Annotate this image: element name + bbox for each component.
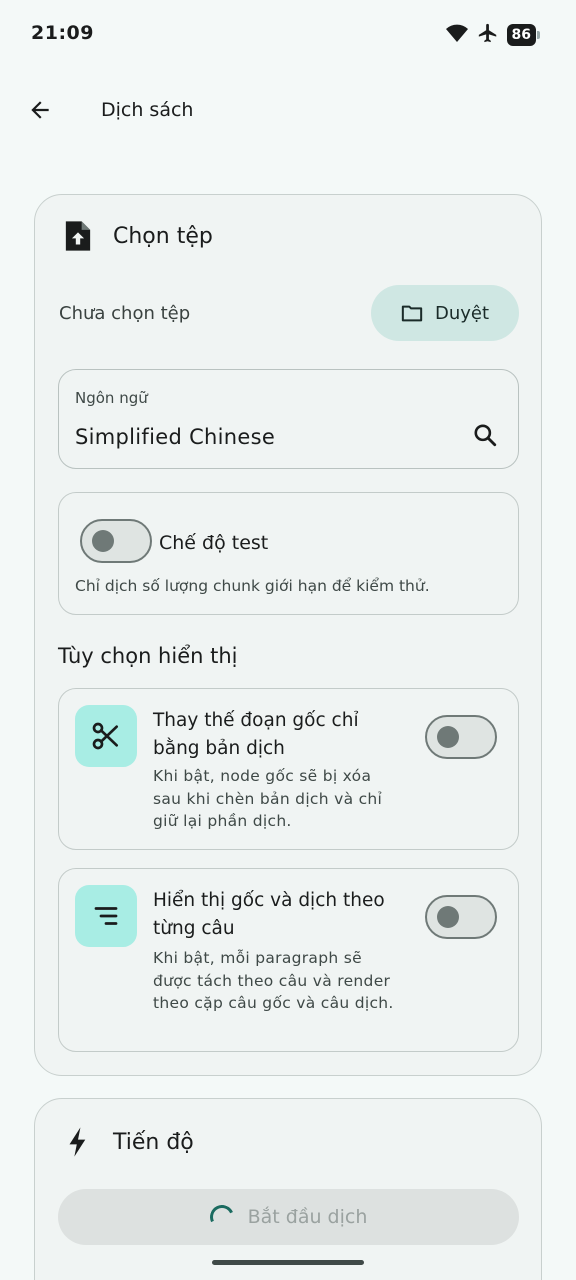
folder-icon bbox=[401, 305, 423, 322]
test-mode-description: Chỉ dịch số lượng chunk giới hạn để kiểm… bbox=[75, 577, 430, 595]
search-icon[interactable] bbox=[472, 422, 498, 452]
toggle-knob bbox=[437, 726, 459, 748]
language-value[interactable]: Simplified Chinese bbox=[75, 425, 275, 449]
progress-card: Tiến độ Bắt đầu dịch bbox=[34, 1098, 542, 1280]
scissors-icon bbox=[92, 722, 118, 750]
sentence-pairs-toggle[interactable] bbox=[425, 895, 497, 939]
battery-icon: 86 bbox=[506, 24, 541, 46]
browse-button[interactable]: Duyệt bbox=[371, 285, 519, 341]
app-bar: Dịch sách bbox=[0, 80, 576, 140]
option-replace-original: Thay thế đoạn gốc chỉ bằng bản dịch Khi … bbox=[58, 688, 519, 850]
option-description: Khi bật, mỗi paragraph sẽ được tách theo… bbox=[153, 949, 394, 1012]
file-card-title: Chọn tệp bbox=[113, 223, 213, 249]
option-sentence-pairs: Hiển thị gốc và dịch theo từng câu Khi b… bbox=[58, 868, 519, 1052]
option-title: Thay thế đoạn gốc chỉ bằng bản dịch bbox=[153, 710, 359, 759]
airplane-icon bbox=[477, 22, 499, 48]
wifi-icon bbox=[445, 23, 469, 47]
file-card-header: Chọn tệp bbox=[63, 219, 213, 253]
home-indicator[interactable] bbox=[212, 1260, 364, 1265]
loading-spinner-icon bbox=[206, 1201, 237, 1233]
option-title: Hiển thị gốc và dịch theo từng câu bbox=[153, 890, 385, 939]
display-options-title: Tùy chọn hiển thị bbox=[58, 644, 238, 668]
browse-label: Duyệt bbox=[434, 302, 490, 324]
start-translation-label: Bắt đầu dịch bbox=[247, 1206, 368, 1228]
arrow-back-icon bbox=[31, 101, 49, 119]
file-card: Chọn tệp Chưa chọn tệp Duyệt Ngôn ngữ Si… bbox=[34, 194, 542, 1076]
bolt-icon bbox=[69, 1127, 86, 1157]
start-translation-button[interactable]: Bắt đầu dịch bbox=[58, 1189, 519, 1245]
progress-card-header: Tiến độ bbox=[63, 1125, 194, 1159]
test-mode-label: Chế độ test bbox=[159, 532, 269, 554]
option-description: Khi bật, node gốc sẽ bị xóa sau khi chèn… bbox=[153, 767, 383, 830]
toggle-knob bbox=[437, 906, 459, 928]
file-upload-icon bbox=[65, 221, 91, 251]
progress-card-title: Tiến độ bbox=[113, 1129, 194, 1155]
option-icon-container bbox=[75, 885, 137, 947]
status-icons: 86 bbox=[445, 22, 541, 48]
language-field[interactable]: Ngôn ngữ Simplified Chinese bbox=[58, 369, 519, 469]
back-button[interactable] bbox=[18, 88, 62, 132]
page-title: Dịch sách bbox=[101, 99, 194, 121]
status-bar: 21:09 86 bbox=[0, 0, 576, 70]
file-status: Chưa chọn tệp bbox=[59, 303, 191, 324]
language-label: Ngôn ngữ bbox=[75, 389, 148, 407]
align-lines-icon bbox=[94, 907, 118, 925]
test-mode-toggle[interactable] bbox=[80, 519, 152, 563]
option-icon-container bbox=[75, 705, 137, 767]
status-time: 21:09 bbox=[31, 22, 94, 44]
replace-original-toggle[interactable] bbox=[425, 715, 497, 759]
test-mode-box: Chế độ test Chỉ dịch số lượng chunk giới… bbox=[58, 492, 519, 615]
toggle-knob bbox=[92, 530, 114, 552]
